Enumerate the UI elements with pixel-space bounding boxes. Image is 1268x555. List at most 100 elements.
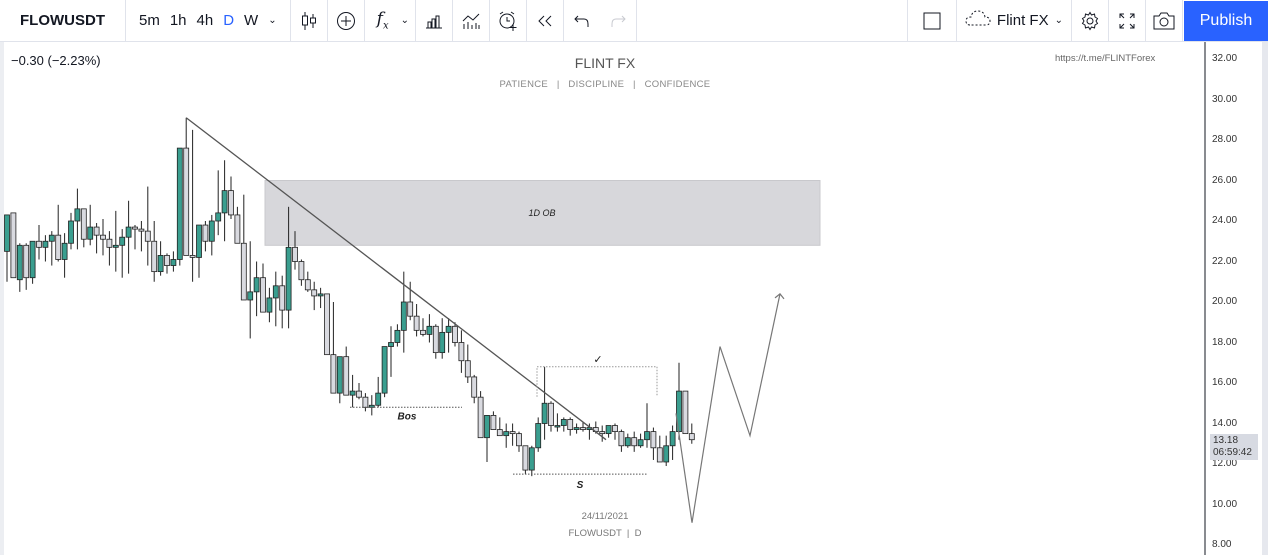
interval-w[interactable]: W <box>239 12 263 29</box>
interval-d[interactable]: D <box>218 12 239 29</box>
candle-bull[interactable] <box>669 431 676 447</box>
candle-bear[interactable] <box>151 240 158 273</box>
candle-bull[interactable] <box>196 224 202 258</box>
chart-canvas[interactable]: 1D OB Bos ✓ S <box>0 42 1268 555</box>
candle-bull[interactable] <box>285 246 292 311</box>
candle-bear[interactable] <box>432 325 439 354</box>
candle-bear[interactable] <box>260 277 266 313</box>
candle-bear[interactable] <box>189 255 196 258</box>
candle-bear[interactable] <box>356 390 362 398</box>
candle-bear[interactable] <box>330 354 337 394</box>
layout-dropdown-chevron-icon[interactable]: ⌄ <box>1055 15 1063 26</box>
candle-bear[interactable] <box>452 325 458 343</box>
candle-bear[interactable] <box>580 427 586 430</box>
camera-icon[interactable] <box>1146 0 1182 41</box>
candle-bear[interactable] <box>516 433 522 447</box>
candle-bull[interactable] <box>253 277 260 293</box>
gear-icon[interactable] <box>1072 0 1108 41</box>
candle-bull[interactable] <box>170 259 177 266</box>
candle-bear[interactable] <box>688 433 695 441</box>
candle-bear[interactable] <box>458 342 465 362</box>
redo-icon[interactable] <box>600 0 636 41</box>
compare-add-icon[interactable] <box>328 0 364 41</box>
candle-bull[interactable] <box>266 297 273 313</box>
candle-bull[interactable] <box>215 212 222 222</box>
candle-bear[interactable] <box>144 230 151 242</box>
candle-bear[interactable] <box>362 396 369 408</box>
candle-bull[interactable] <box>375 392 382 406</box>
candle-bull[interactable] <box>87 226 94 240</box>
financials-bars-icon[interactable] <box>416 0 452 41</box>
liquidity-box[interactable] <box>536 366 658 397</box>
alert-icon[interactable] <box>490 0 526 41</box>
candle-bear[interactable] <box>496 429 503 437</box>
candle-bull[interactable] <box>573 427 580 430</box>
candle-bull[interactable] <box>68 220 74 244</box>
candle-bull[interactable] <box>317 293 324 297</box>
indicators-fx-icon[interactable]: fx <box>365 0 401 41</box>
candle-bull[interactable] <box>381 346 388 394</box>
candle-bull[interactable] <box>16 244 23 281</box>
candle-bull[interactable] <box>349 390 356 396</box>
candle-bear[interactable] <box>682 390 689 435</box>
candle-bull[interactable] <box>388 342 394 347</box>
candle-bull[interactable] <box>42 240 49 248</box>
candle-bear[interactable] <box>656 447 663 463</box>
candle-bear[interactable] <box>477 396 484 439</box>
candle-bear[interactable] <box>509 431 516 435</box>
interval-4h[interactable]: 4h <box>192 12 219 29</box>
undo-icon[interactable] <box>564 0 600 41</box>
candle-bear[interactable] <box>599 431 606 435</box>
candle-bear[interactable] <box>343 356 350 396</box>
symbol-search[interactable]: FLOWUSDT <box>0 0 126 41</box>
candle-bull[interactable] <box>119 236 126 246</box>
candle-bull[interactable] <box>336 356 343 394</box>
candle-bear[interactable] <box>464 360 471 378</box>
candle-bull[interactable] <box>208 220 215 242</box>
candle-bear[interactable] <box>106 238 113 248</box>
candle-bear[interactable] <box>522 445 529 471</box>
candle-bear[interactable] <box>324 293 330 356</box>
candle-bull[interactable] <box>157 255 164 273</box>
candle-bear[interactable] <box>567 419 574 430</box>
candle-bull[interactable] <box>247 291 254 301</box>
candle-bear[interactable] <box>407 301 414 317</box>
candle-bear[interactable] <box>304 279 311 291</box>
candle-bull[interactable] <box>528 447 535 471</box>
candle-bear[interactable] <box>631 437 638 447</box>
interval-dropdown-chevron-icon[interactable]: ⌄ <box>263 15 281 26</box>
select-layout-icon[interactable] <box>914 0 950 41</box>
candle-bull[interactable] <box>112 244 119 248</box>
candle-bear[interactable] <box>55 234 62 260</box>
candle-bear[interactable] <box>10 212 17 279</box>
candle-bear[interactable] <box>138 228 145 232</box>
candle-bear[interactable] <box>420 329 426 335</box>
candle-bull[interactable] <box>503 431 510 437</box>
candle-bull[interactable] <box>624 437 631 447</box>
candle-bear[interactable] <box>234 214 241 244</box>
candle-bear[interactable] <box>183 147 190 256</box>
candle-bear[interactable] <box>490 414 497 430</box>
candle-bear[interactable] <box>36 240 42 248</box>
candle-bull[interactable] <box>221 190 228 214</box>
candle-bear[interactable] <box>413 315 420 331</box>
layout-name[interactable]: Flint FX <box>997 12 1049 29</box>
candle-bull[interactable] <box>644 431 650 441</box>
candle-bull[interactable] <box>560 419 567 426</box>
candle-bear[interactable] <box>279 285 286 311</box>
candle-bull[interactable] <box>541 402 548 424</box>
candle-bear[interactable] <box>612 425 618 432</box>
candle-bull[interactable] <box>61 242 68 260</box>
candle-bull[interactable] <box>445 325 452 333</box>
candle-bear[interactable] <box>548 402 554 426</box>
candle-bull[interactable] <box>4 214 10 252</box>
candle-bear[interactable] <box>132 226 138 230</box>
candle-bear[interactable] <box>100 234 106 240</box>
candle-bear[interactable] <box>240 242 247 301</box>
candle-bull[interactable] <box>637 439 644 447</box>
candle-bull[interactable] <box>29 240 36 279</box>
candle-bear[interactable] <box>228 190 234 216</box>
candles-icon[interactable] <box>291 0 327 41</box>
candle-bear[interactable] <box>23 244 30 279</box>
layout-save-group[interactable]: Flint FX ⌄ <box>957 0 1072 41</box>
